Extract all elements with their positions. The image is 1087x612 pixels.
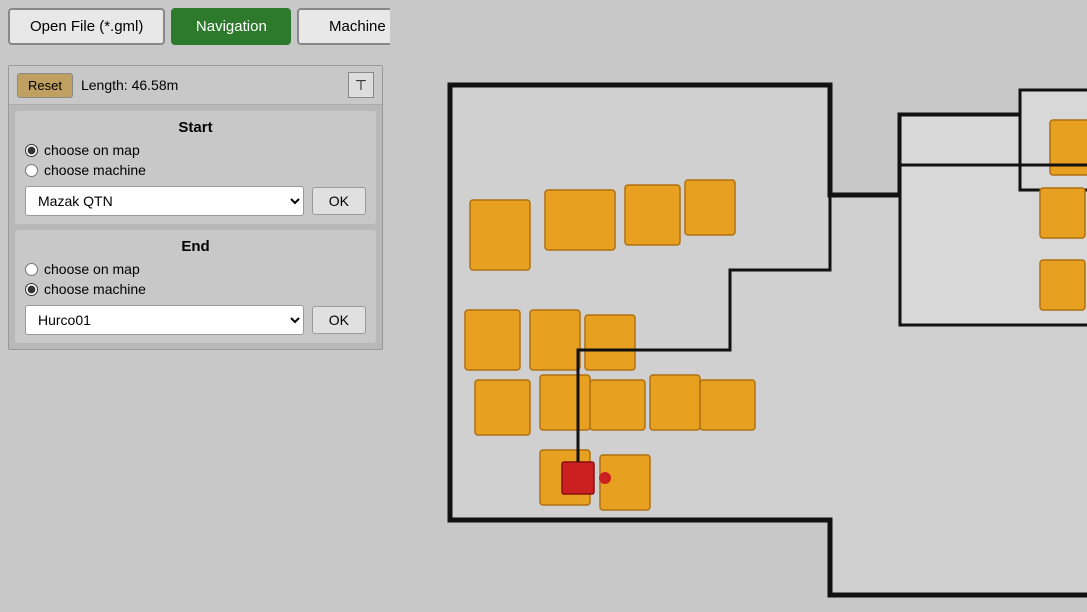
left-panel: Reset Length: 46.58m ⊤ Start choose on m… [8,65,383,350]
start-choose-map-row: choose on map [25,142,366,158]
start-ok-button[interactable]: OK [312,187,366,215]
start-section: Start choose on map choose machine Mazak… [15,111,376,224]
start-dropdown-row: Mazak QTN Hurco01 Machine3 OK [25,186,366,216]
start-choose-machine-row: choose machine [25,162,366,178]
end-choose-map-row: choose on map [25,261,366,277]
map-area[interactable] [390,0,1087,612]
start-title: Start [25,119,366,136]
start-map-radio[interactable] [25,144,38,157]
start-machine-select[interactable]: Mazak QTN Hurco01 Machine3 [25,186,304,216]
end-choose-machine-row: choose machine [25,281,366,297]
map-svg [390,0,1087,612]
end-section: End choose on map choose machine Hurco01… [15,230,376,343]
end-map-label: choose on map [44,261,140,277]
pin-icon: ⊤ [348,72,374,98]
reset-button[interactable]: Reset [17,73,73,98]
end-machine-radio[interactable] [25,283,38,296]
end-ok-button[interactable]: OK [312,306,366,334]
start-machine-label: choose machine [44,162,146,178]
open-file-button[interactable]: Open File (*.gml) [8,8,165,45]
end-machine-select[interactable]: Hurco01 Mazak QTN Machine3 [25,305,304,335]
start-machine-radio[interactable] [25,164,38,177]
end-map-radio[interactable] [25,263,38,276]
pin-symbol: ⊤ [355,77,367,94]
navigation-button[interactable]: Navigation [171,8,291,45]
header-row: Reset Length: 46.58m ⊤ [9,66,382,105]
end-title: End [25,238,366,255]
end-dropdown-row: Hurco01 Mazak QTN Machine3 OK [25,305,366,335]
end-machine-label: choose machine [44,281,146,297]
toolbar: Open File (*.gml) Navigation Machine [8,8,417,45]
length-label: Length: 46.58m [81,77,340,93]
start-map-label: choose on map [44,142,140,158]
